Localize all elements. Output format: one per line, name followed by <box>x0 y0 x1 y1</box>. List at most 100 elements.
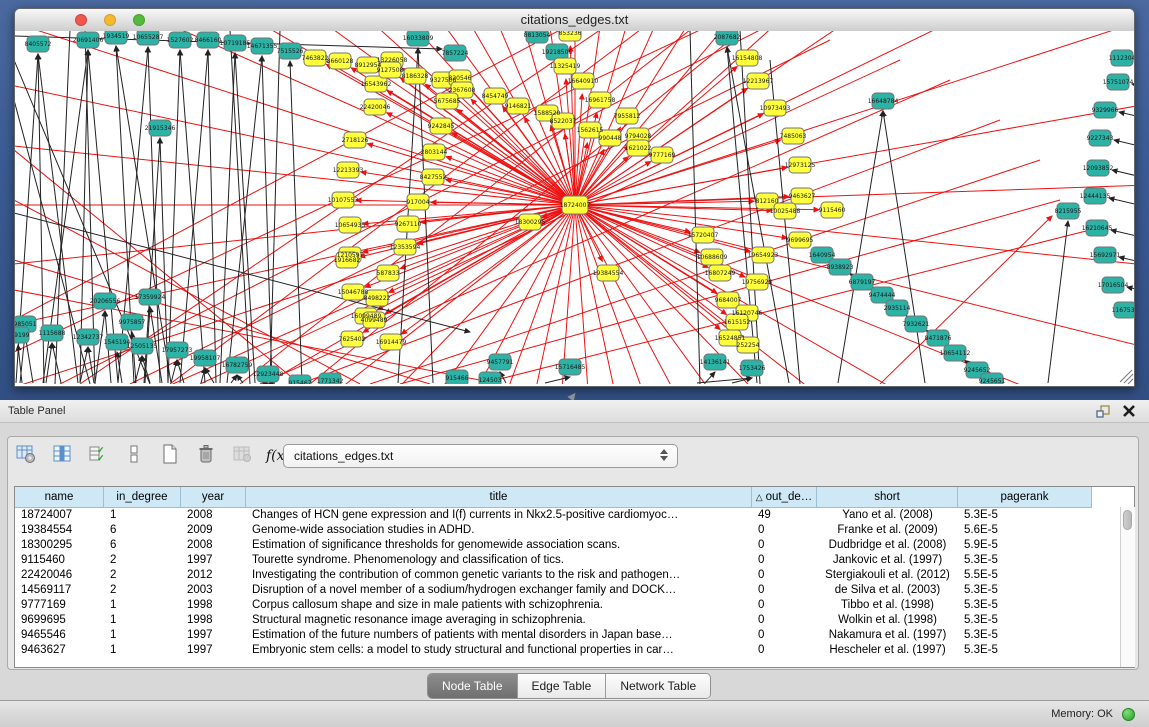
graph-node-label: 9463627 <box>789 193 816 200</box>
cell-short: Hescheler et al. (1997) <box>817 643 958 658</box>
delete-table-disabled-button[interactable] <box>230 444 254 468</box>
graph-node-label: 9245652 <box>964 367 991 374</box>
cell-in_degree: 2 <box>104 568 181 583</box>
graph-node-label: 12213967 <box>743 78 774 85</box>
graph-node-label: 19756928 <box>742 279 773 286</box>
cell-out_de: 0 <box>752 583 817 598</box>
table-settings-icon <box>15 443 37 470</box>
tab-node-table[interactable]: Node Table <box>428 674 518 698</box>
float-window-icon[interactable] <box>1095 403 1111 419</box>
table-toolbar: ✓✓f(x) <box>14 443 290 469</box>
memory-status-label: Memory: OK <box>1051 701 1113 727</box>
graph-node-label: 939199 <box>15 332 30 339</box>
graph-node-label: 124503 <box>479 377 502 384</box>
table-row[interactable]: 977716911998Corpus callosum shape and si… <box>15 598 1134 613</box>
graph-node-label: 1112304 <box>1109 55 1134 62</box>
graph-node-label: 6879197 <box>849 279 876 286</box>
memory-status-led <box>1122 708 1135 721</box>
row-height-button[interactable] <box>122 444 146 468</box>
graph-node-label: 17359924 <box>135 294 166 301</box>
graph-node-label: 7857224 <box>442 50 469 57</box>
graph-node-label: 10688609 <box>697 254 728 261</box>
graph-node-label: 20206556 <box>90 298 121 305</box>
svg-text:✓: ✓ <box>97 453 105 463</box>
tab-edge-table[interactable]: Edge Table <box>518 674 607 698</box>
table-row[interactable]: 969969511998Structural magnetic resonanc… <box>15 613 1134 628</box>
cell-name: 9777169 <box>15 598 104 613</box>
tab-network-table[interactable]: Network Table <box>606 674 710 698</box>
graph-node-label: 12505135 <box>127 343 158 350</box>
graph-node-label: 2087682 <box>714 34 741 41</box>
table-scrollbar-thumb[interactable] <box>1123 510 1132 530</box>
close-panel-icon[interactable] <box>1121 403 1137 419</box>
cell-pagerank: 5.9E-5 <box>958 538 1092 553</box>
cell-name: 9465546 <box>15 628 104 643</box>
cell-in_degree: 1 <box>104 613 181 628</box>
table-row[interactable]: 2242004622012Investigating the contribut… <box>15 568 1134 583</box>
graph-node-label: 17016504 <box>1098 282 1129 289</box>
column-header-out_de[interactable]: △out_de… <box>752 487 817 508</box>
column-header-pagerank[interactable]: pagerank <box>958 487 1092 508</box>
new-table-button[interactable] <box>158 444 182 468</box>
table-scrollbar[interactable] <box>1120 507 1135 667</box>
graph-node-label: 9242845 <box>428 123 455 130</box>
cell-short: Yano et al. (2008) <box>817 508 958 523</box>
cell-year: 1997 <box>181 643 246 658</box>
table-settings-button[interactable] <box>14 444 38 468</box>
select-rows-button[interactable]: ✓✓ <box>86 444 110 468</box>
cell-pagerank: 5.6E-5 <box>958 523 1092 538</box>
column-header-title[interactable]: title <box>246 487 752 508</box>
cell-title: Genome-wide association studies in ADHD. <box>246 523 752 538</box>
network-canvas[interactable]: 8405572206914061934519106552871527602846… <box>15 31 1134 384</box>
graph-node-label: 18300295 <box>515 219 546 226</box>
graph-node-label: 16914479 <box>376 339 407 346</box>
cell-year: 2008 <box>181 508 246 523</box>
graph-node-label: 9777169 <box>649 152 676 159</box>
table-row[interactable]: 911546021997Tourette syndrome. Phenomeno… <box>15 553 1134 568</box>
table-row[interactable]: 1456911722003Disruption of a novel membe… <box>15 583 1134 598</box>
table-row[interactable]: 1830029562008Estimation of significance … <box>15 538 1134 553</box>
graph-node-label: 10973493 <box>760 105 791 112</box>
graph-node-label: 1115688 <box>39 330 66 337</box>
cell-out_de: 49 <box>752 508 817 523</box>
cell-out_de: 0 <box>752 553 817 568</box>
column-header-year[interactable]: year <box>181 487 246 508</box>
network-window-titlebar[interactable]: citations_edges.txt <box>15 9 1134 32</box>
graph-node-label: 917004 <box>407 199 430 206</box>
table-row[interactable]: 946554611997Estimation of the future num… <box>15 628 1134 643</box>
graph-node-label: 19654923 <box>748 252 779 259</box>
table-row[interactable]: 1872400712008Changes of HCN gene express… <box>15 508 1134 523</box>
traffic-light-zoom[interactable] <box>133 14 145 26</box>
cell-short: Wolkin et al. (1998) <box>817 613 958 628</box>
cell-name: 18724007 <box>15 508 104 523</box>
graph-node-label: 853236 <box>559 31 582 37</box>
graph-node-label: 1640954 <box>809 252 836 259</box>
column-header-in_degree[interactable]: in_degree <box>104 487 181 508</box>
show-columns-icon <box>51 443 73 470</box>
graph-node-label: 587833 <box>377 270 400 277</box>
cell-name: 19384554 <box>15 523 104 538</box>
graph-node-label: 15751074 <box>1103 79 1134 86</box>
graph-node-label: 9794028 <box>625 133 652 140</box>
cell-in_degree: 1 <box>104 628 181 643</box>
graph-node-label: 9329966 <box>1092 107 1119 114</box>
delete-table-button[interactable] <box>194 444 218 468</box>
graph-node-label: 12213393 <box>333 167 364 174</box>
table-row[interactable]: 1938455462009Genome-wide association stu… <box>15 523 1134 538</box>
table-selector-dropdown[interactable]: citations_edges.txt <box>283 444 678 468</box>
graph-node-label: 1771342 <box>317 378 344 384</box>
show-columns-button[interactable] <box>50 444 74 468</box>
traffic-light-minimize[interactable] <box>104 14 116 26</box>
graph-node-label: 15720407 <box>688 232 719 239</box>
column-header-short[interactable]: short <box>817 487 958 508</box>
cell-out_de: 0 <box>752 538 817 553</box>
graph-node-label: 10654935 <box>335 222 366 229</box>
cell-short: Stergiakouli et al. (2012) <box>817 568 958 583</box>
graph-node-label: 985051 <box>15 321 37 328</box>
graph-node-label: 13226058 <box>377 57 408 64</box>
graph-node-label: 8186328 <box>402 73 429 80</box>
column-header-name[interactable]: name <box>15 487 104 508</box>
table-row[interactable]: 946362711997Embryonic stem cells: a mode… <box>15 643 1134 658</box>
graph-node-label: 19958107 <box>190 355 221 362</box>
traffic-light-close[interactable] <box>75 14 87 26</box>
